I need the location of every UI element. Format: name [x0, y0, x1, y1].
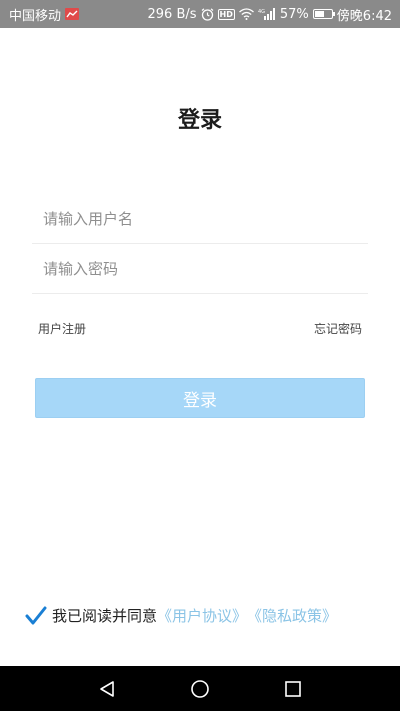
recent-apps-square-icon [285, 680, 302, 697]
home-circle-icon [191, 679, 209, 698]
signal-type-label: 4G [258, 9, 265, 15]
battery-percent: 57% [279, 6, 309, 22]
battery-level [314, 11, 324, 17]
checkmark-icon[interactable] [25, 606, 47, 626]
page-title: 登录 [177, 108, 222, 133]
status-bar: 中国移动 296 B/s HD 4G 57% 傍晚6:42 [0, 0, 400, 28]
register-link[interactable]: 用户注册 [38, 320, 86, 337]
back-button[interactable] [87, 669, 127, 709]
login-links: 用户注册 忘记密码 [38, 320, 362, 337]
password-field-container [32, 244, 368, 294]
agreement-row: 我已阅读并同意 《用户协议》 《隐私政策》 [25, 605, 337, 626]
navigation-bar [0, 666, 400, 711]
status-bar-right: 296 B/s HD 4G 57% 傍晚6:42 [148, 5, 392, 24]
login-screen: 中国移动 296 B/s HD 4G 57% 傍晚6:42 登录 请输入用户名 … [0, 0, 400, 711]
status-time: 傍晚6:42 [336, 8, 392, 24]
status-bar-left: 中国移动 [9, 5, 80, 24]
carrier-name: 中国移动 [9, 8, 62, 24]
username-input[interactable] [32, 194, 368, 243]
privacy-policy-link[interactable]: 《隐私政策》 [247, 605, 337, 626]
network-speed: 296 B/s [147, 6, 197, 22]
username-field-container [32, 194, 368, 244]
cellular-signal-icon: 4G [258, 8, 276, 20]
agreement-text: 我已阅读并同意 [52, 607, 158, 625]
forgot-password-link[interactable]: 忘记密码 [314, 320, 362, 337]
password-input[interactable] [32, 244, 368, 293]
home-button[interactable] [180, 669, 220, 709]
recent-apps-button[interactable] [273, 669, 313, 709]
back-triangle-icon [99, 680, 114, 697]
data-traffic-icon [65, 8, 80, 20]
alarm-icon [201, 7, 214, 21]
battery-icon [312, 9, 335, 19]
login-button[interactable]: 登录 [35, 378, 365, 418]
user-agreement-link[interactable]: 《用户协议》 [157, 605, 247, 626]
hd-voice-icon: HD [217, 8, 235, 20]
wifi-icon [238, 8, 254, 20]
